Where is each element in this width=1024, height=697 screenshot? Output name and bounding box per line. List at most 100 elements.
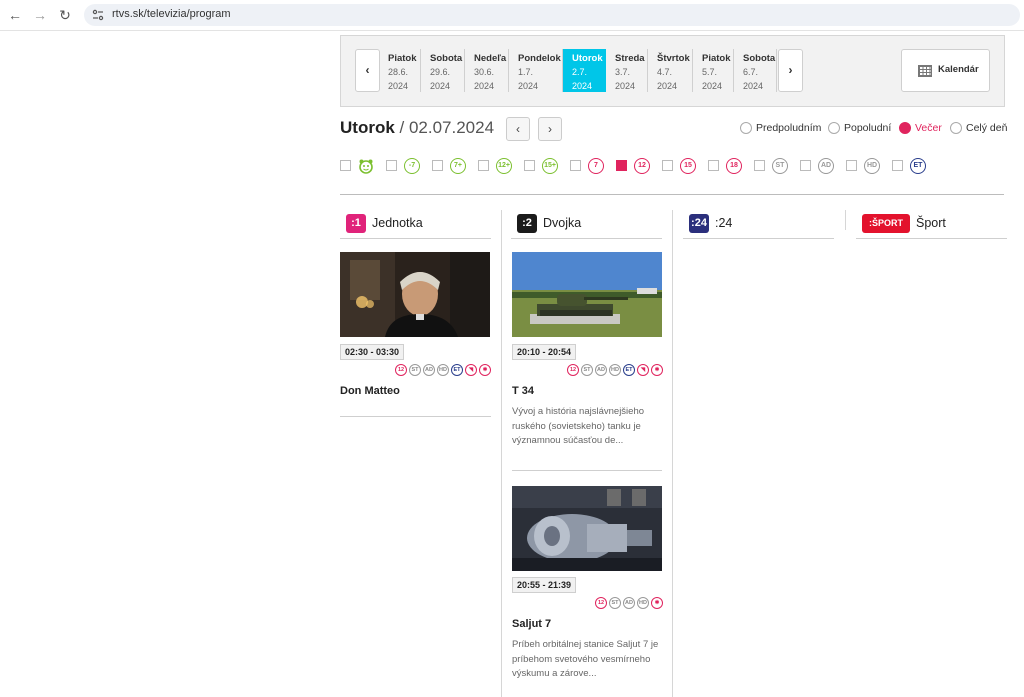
selected-date: 02.07.2024: [408, 118, 495, 137]
forward-icon[interactable]: →: [31, 6, 49, 24]
sign-language-icon: ✱: [651, 364, 663, 376]
program-title[interactable]: Don Matteo: [340, 385, 400, 397]
day-name: Sobota: [430, 53, 463, 64]
day-tab-nedela-2[interactable]: Nedeľa 30.6. 2024: [465, 49, 509, 92]
time-filter-cely-den[interactable]: Celý deň: [950, 122, 1007, 135]
calendar-button[interactable]: Kalendár: [901, 49, 990, 92]
audio-description-icon: ◥: [465, 364, 477, 376]
filter-checkbox[interactable]: [478, 160, 489, 171]
prev-day-button[interactable]: ‹: [506, 117, 530, 141]
day-year: 2024: [743, 81, 764, 91]
channel-header-jednotka[interactable]: :1 Jednotka: [340, 213, 491, 239]
channel-name: Šport: [916, 216, 946, 230]
age-filter-12[interactable]: 12: [616, 158, 656, 174]
program-title[interactable]: Saljut 7: [512, 618, 551, 630]
reload-icon[interactable]: ↻: [56, 6, 74, 24]
filter-checkbox[interactable]: [892, 160, 903, 171]
filter-checkbox[interactable]: [432, 160, 443, 171]
st-icon: ST: [409, 364, 421, 376]
filter-checkbox[interactable]: [386, 160, 397, 171]
ad-icon: AD: [623, 597, 635, 609]
day-tab-pondelok-3[interactable]: Pondelok 1.7. 2024: [509, 49, 563, 92]
day-tab-sobota-8[interactable]: Sobota 6.7. 2024: [734, 49, 777, 92]
day-name: Utorok: [572, 53, 603, 64]
time-filter-popoludni[interactable]: Popoludní: [828, 122, 891, 135]
date-strip: ‹ Piatok 28.6. 2024 Sobota 29.6. 2024 Nedeľa 30…: [340, 35, 1005, 107]
hd-icon: HD: [437, 364, 449, 376]
filter-checkbox[interactable]: [570, 160, 581, 171]
filter-checkbox[interactable]: [524, 160, 535, 171]
age-filter-kids[interactable]: [340, 158, 380, 174]
program-thumbnail-saljut-7[interactable]: [512, 486, 662, 571]
filter-checkbox[interactable]: [708, 160, 719, 171]
back-icon[interactable]: ←: [6, 6, 24, 24]
time-filter-label: Večer: [915, 122, 942, 135]
filter-checkbox[interactable]: [616, 160, 627, 171]
channel-header-dvojka[interactable]: :2 Dvojka: [511, 213, 662, 239]
day-name: Štvrtok: [657, 53, 690, 64]
day-tab-utorok-4[interactable]: Utorok 2.7. 2024: [563, 49, 606, 92]
card-divider: [340, 416, 491, 417]
day-tab-piatok-7[interactable]: Piatok 5.7. 2024: [693, 49, 734, 92]
column-divider: [672, 210, 673, 697]
program-time: 20:10 - 20:54: [512, 344, 577, 360]
radio-icon[interactable]: [828, 122, 840, 135]
day-year: 2024: [518, 81, 539, 91]
channel-header-sport[interactable]: :ŠPORT Šport: [856, 213, 1007, 239]
age-filter-ad[interactable]: AD: [800, 158, 840, 174]
radio-icon[interactable]: [899, 122, 911, 135]
filter-checkbox[interactable]: [662, 160, 673, 171]
age-filter-18[interactable]: 18: [708, 158, 748, 174]
age-badge-12-icon: 12+: [496, 158, 512, 174]
day-name: Utorok: [340, 118, 395, 137]
radio-icon[interactable]: [740, 122, 752, 135]
filter-checkbox[interactable]: [340, 160, 351, 171]
ad-icon: AD: [423, 364, 435, 376]
age-filter-7[interactable]: -7: [386, 158, 426, 174]
program-time: 20:55 - 21:39: [512, 577, 577, 593]
program-icons: 12 ST AD HD ✱: [512, 597, 663, 610]
next-day-button[interactable]: ›: [538, 117, 562, 141]
channel-name: Jednotka: [372, 216, 423, 230]
filter-checkbox[interactable]: [846, 160, 857, 171]
time-filter-vecer[interactable]: Večer: [899, 122, 942, 135]
age-badge-st-icon: ST: [772, 158, 788, 174]
day-tab-stvrtok-6[interactable]: Štvrtok 4.7. 2024: [648, 49, 693, 92]
program-time: 02:30 - 03:30: [340, 344, 405, 360]
day-tab-sobota-1[interactable]: Sobota 29.6. 2024: [421, 49, 465, 92]
age-rating-icon: 12: [595, 597, 607, 609]
age-filter-et[interactable]: ET: [892, 158, 932, 174]
age-filter-12[interactable]: 12+: [478, 158, 518, 174]
prev-dates-button[interactable]: ‹: [355, 49, 380, 92]
day-tab-piatok-0[interactable]: Piatok 28.6. 2024: [379, 49, 421, 92]
day-date: 2.7.: [572, 67, 588, 77]
program-thumbnail-t34[interactable]: [512, 252, 662, 337]
age-filter-st[interactable]: ST: [754, 158, 794, 174]
address-bar[interactable]: rtvs.sk/televizia/program: [84, 4, 1020, 26]
day-year: 2024: [572, 81, 593, 91]
site-settings-icon[interactable]: [92, 9, 104, 21]
time-filter-predpoludnim[interactable]: Predpoludním: [740, 122, 821, 135]
channel-logo: :2: [517, 214, 537, 233]
calendar-label: Kalendár: [938, 64, 979, 75]
channel-header-24[interactable]: :24:24: [683, 213, 834, 239]
day-year: 2024: [474, 81, 495, 91]
day-date: 3.7.: [615, 67, 631, 77]
age-filter-hd[interactable]: HD: [846, 158, 886, 174]
program-thumbnail-don-matteo[interactable]: [340, 252, 490, 337]
next-dates-button[interactable]: ›: [778, 49, 803, 92]
age-filter-15[interactable]: 15: [662, 158, 702, 174]
age-filter-7[interactable]: 7+: [432, 158, 472, 174]
day-tab-streda-5[interactable]: Streda 3.7. 2024: [606, 49, 648, 92]
channel-name: Dvojka: [543, 216, 582, 230]
age-filter-7[interactable]: 7: [570, 158, 610, 174]
day-date: 28.6.: [388, 67, 409, 77]
filter-checkbox[interactable]: [800, 160, 811, 171]
channel-logo: :24: [689, 214, 709, 233]
day-date: 6.7.: [743, 67, 759, 77]
radio-icon[interactable]: [950, 122, 962, 135]
filter-checkbox[interactable]: [754, 160, 765, 171]
program-title[interactable]: T 34: [512, 385, 534, 397]
day-name: Streda: [615, 53, 645, 64]
age-filter-15[interactable]: 15+: [524, 158, 564, 174]
